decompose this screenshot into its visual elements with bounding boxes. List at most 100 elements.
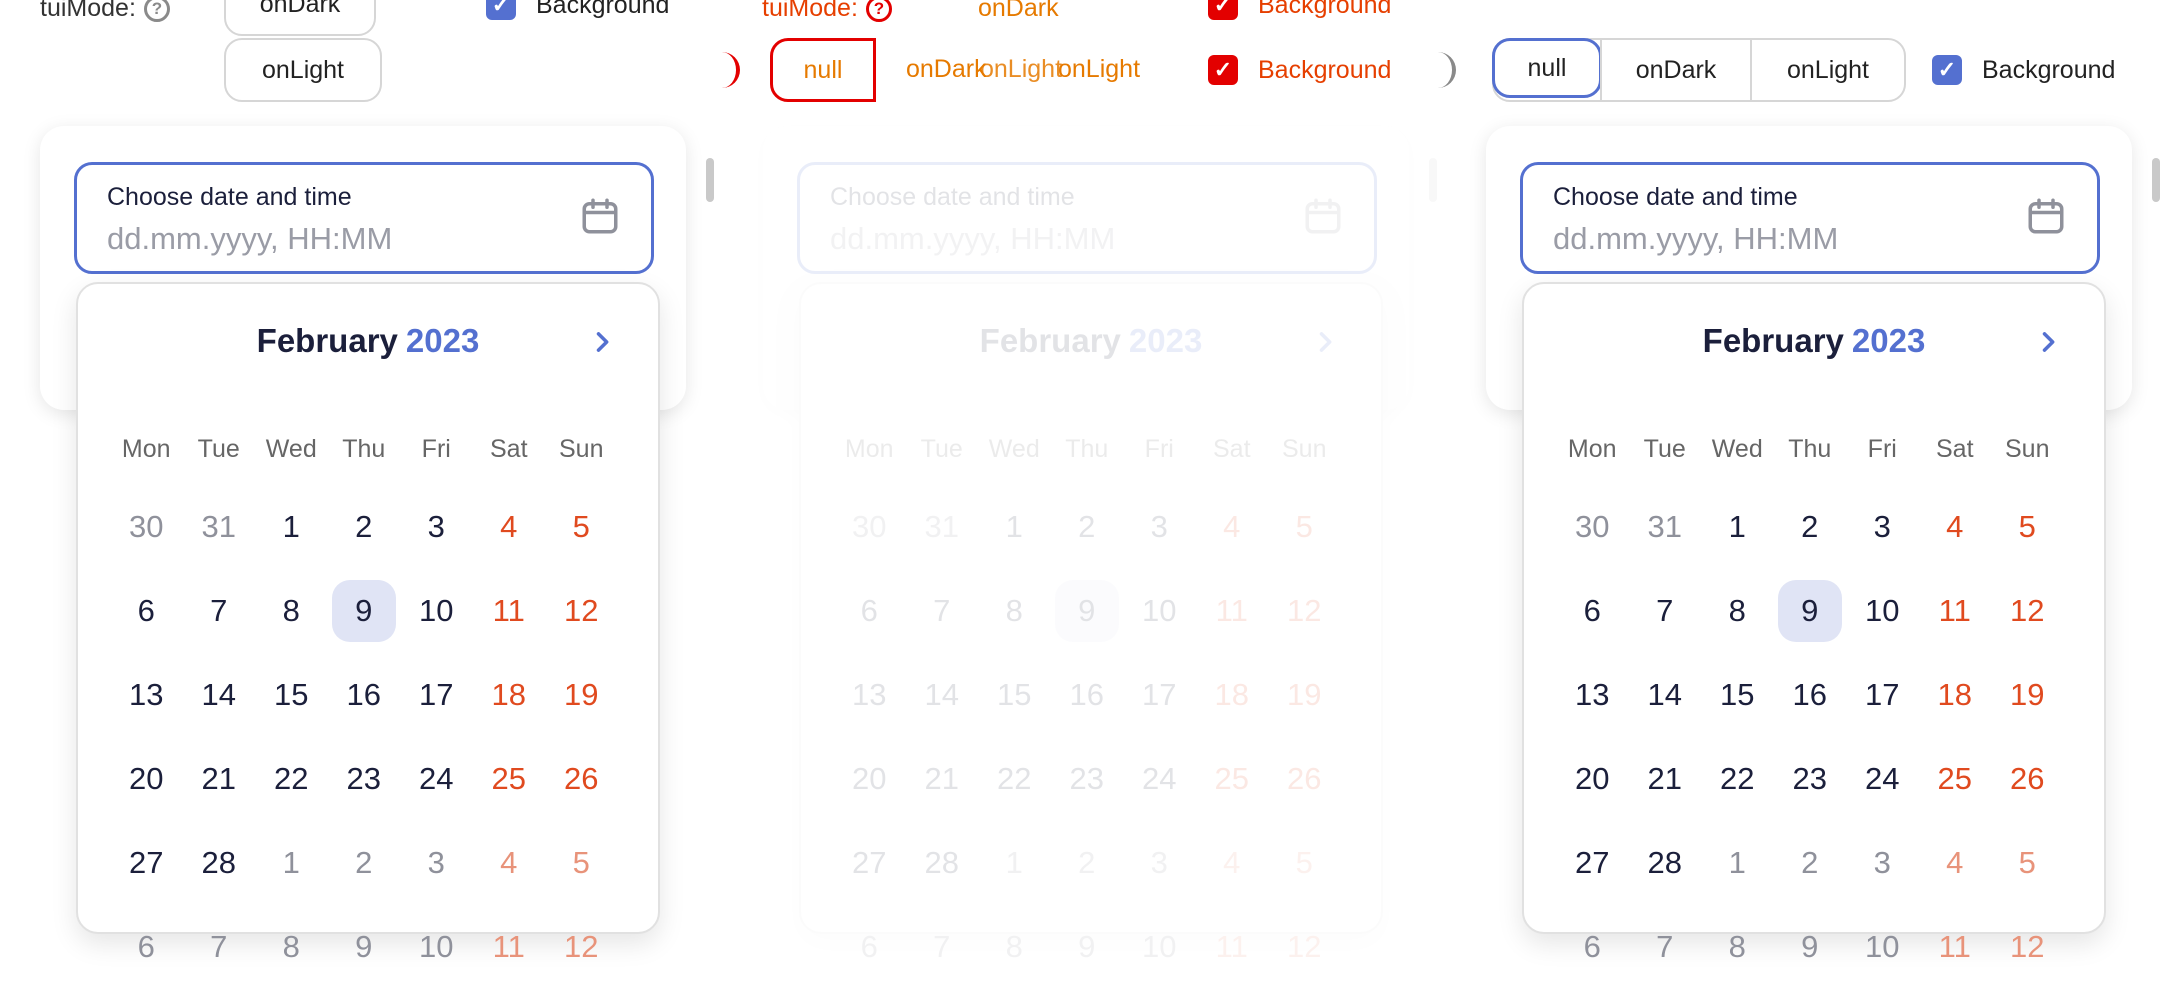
chevron-right-icon[interactable] bbox=[588, 328, 616, 356]
day-cell[interactable]: 20 bbox=[1556, 748, 1629, 810]
scrollbar[interactable] bbox=[2152, 158, 2160, 202]
day-cell[interactable]: 31 bbox=[906, 496, 979, 558]
day-cell[interactable]: 2 bbox=[1051, 832, 1124, 894]
day-cell[interactable]: 11 bbox=[473, 580, 546, 642]
day-cell[interactable]: 5 bbox=[1268, 496, 1341, 558]
day-cell[interactable]: 9 bbox=[1774, 916, 1847, 978]
day-cell[interactable]: 27 bbox=[1556, 832, 1629, 894]
day-cell[interactable]: 9 bbox=[328, 916, 401, 978]
day-cell[interactable]: 5 bbox=[545, 496, 618, 558]
calendar-icon[interactable] bbox=[1302, 195, 1344, 237]
day-cell[interactable]: 12 bbox=[1991, 916, 2064, 978]
day-cell[interactable]: 8 bbox=[1701, 916, 1774, 978]
day-cell[interactable]: 10 bbox=[1846, 580, 1919, 642]
day-cell[interactable]: 3 bbox=[1123, 496, 1196, 558]
mode-option-ondark-overlay-2[interactable]: onDark bbox=[906, 55, 987, 84]
day-cell[interactable]: 21 bbox=[906, 748, 979, 810]
selected-day[interactable]: 9 bbox=[1054, 580, 1119, 642]
mode-option-null[interactable]: null bbox=[1492, 38, 1602, 98]
mode-option-ondark[interactable]: onDark bbox=[224, 0, 376, 36]
day-cell[interactable]: 15 bbox=[978, 664, 1051, 726]
chevron-right-icon[interactable] bbox=[2034, 328, 2062, 356]
day-cell[interactable]: 21 bbox=[183, 748, 256, 810]
selected-day[interactable]: 9 bbox=[1777, 580, 1842, 642]
day-cell[interactable]: 22 bbox=[978, 748, 1051, 810]
day-cell[interactable]: 31 bbox=[1629, 496, 1702, 558]
day-cell[interactable]: 2 bbox=[1051, 496, 1124, 558]
scrollbar[interactable] bbox=[706, 158, 714, 202]
day-cell[interactable]: 4 bbox=[1919, 496, 1992, 558]
mode-option-onlight-overlay[interactable]: onLight bbox=[1058, 55, 1140, 84]
day-cell[interactable]: 4 bbox=[473, 832, 546, 894]
day-cell[interactable]: 23 bbox=[1774, 748, 1847, 810]
day-cell[interactable]: 6 bbox=[110, 580, 183, 642]
day-cell[interactable]: 20 bbox=[110, 748, 183, 810]
day-cell[interactable]: 17 bbox=[400, 664, 473, 726]
day-cell[interactable]: 7 bbox=[1629, 916, 1702, 978]
day-cell[interactable]: 18 bbox=[1196, 664, 1269, 726]
day-cell[interactable]: 26 bbox=[1268, 748, 1341, 810]
date-input[interactable]: Choose date and time dd.mm.yyyy, HH:MM bbox=[74, 162, 654, 274]
day-cell[interactable]: 7 bbox=[183, 580, 256, 642]
mode-option-onlight[interactable]: onLight bbox=[224, 38, 382, 102]
day-cell[interactable]: 5 bbox=[1991, 496, 2064, 558]
day-cell[interactable]: 12 bbox=[545, 916, 618, 978]
calendar-icon[interactable] bbox=[2025, 195, 2067, 237]
day-cell[interactable]: 6 bbox=[1556, 580, 1629, 642]
day-cell[interactable]: 7 bbox=[183, 916, 256, 978]
day-cell[interactable]: 1 bbox=[255, 496, 328, 558]
day-cell[interactable]: 17 bbox=[1123, 664, 1196, 726]
day-cell[interactable]: 22 bbox=[1701, 748, 1774, 810]
day-cell[interactable]: 1 bbox=[1701, 496, 1774, 558]
day-cell[interactable]: 2 bbox=[1774, 832, 1847, 894]
day-cell[interactable]: 13 bbox=[110, 664, 183, 726]
day-cell[interactable]: 2 bbox=[328, 496, 401, 558]
day-cell[interactable]: 28 bbox=[1629, 832, 1702, 894]
day-cell[interactable]: 28 bbox=[183, 832, 256, 894]
day-cell[interactable]: 9 bbox=[1051, 916, 1124, 978]
day-cell[interactable]: 7 bbox=[906, 916, 979, 978]
day-cell[interactable]: 8 bbox=[978, 580, 1051, 642]
day-cell[interactable]: 7 bbox=[1629, 580, 1702, 642]
day-cell[interactable]: 3 bbox=[1846, 496, 1919, 558]
day-cell[interactable]: 8 bbox=[255, 580, 328, 642]
help-icon[interactable]: ? bbox=[865, 0, 892, 23]
day-cell[interactable]: 10 bbox=[1846, 916, 1919, 978]
calendar-icon[interactable] bbox=[579, 195, 621, 237]
background-checkbox-right[interactable]: ✓ Background bbox=[1932, 55, 2115, 85]
day-cell[interactable]: 11 bbox=[1196, 916, 1269, 978]
day-cell[interactable]: 17 bbox=[1846, 664, 1919, 726]
day-cell[interactable]: 4 bbox=[473, 496, 546, 558]
day-cell[interactable]: 1 bbox=[978, 496, 1051, 558]
mode-option-ondark-overlay[interactable]: onDark bbox=[978, 0, 1059, 23]
day-cell[interactable]: 27 bbox=[833, 832, 906, 894]
day-cell[interactable]: 1 bbox=[1701, 832, 1774, 894]
day-cell[interactable]: 8 bbox=[255, 916, 328, 978]
day-cell[interactable]: 12 bbox=[1268, 916, 1341, 978]
day-cell[interactable]: 11 bbox=[1919, 916, 1992, 978]
year-label[interactable]: 2023 bbox=[406, 322, 479, 359]
day-cell[interactable]: 12 bbox=[545, 580, 618, 642]
day-cell[interactable]: 11 bbox=[473, 916, 546, 978]
day-cell[interactable]: 23 bbox=[328, 748, 401, 810]
scrollbar[interactable] bbox=[1429, 158, 1437, 202]
day-cell[interactable]: 1 bbox=[978, 832, 1051, 894]
day-cell[interactable]: 10 bbox=[1123, 580, 1196, 642]
day-cell[interactable]: 8 bbox=[1701, 580, 1774, 642]
background-checkbox-middle[interactable]: ✓ Background bbox=[1208, 55, 1391, 85]
day-cell[interactable]: 13 bbox=[1556, 664, 1629, 726]
day-cell[interactable]: 19 bbox=[1991, 664, 2064, 726]
day-cell[interactable]: 25 bbox=[1196, 748, 1269, 810]
day-cell[interactable]: 3 bbox=[1123, 832, 1196, 894]
day-cell[interactable]: 14 bbox=[1629, 664, 1702, 726]
day-cell[interactable]: 15 bbox=[255, 664, 328, 726]
day-cell[interactable]: 21 bbox=[1629, 748, 1702, 810]
selected-day[interactable]: 9 bbox=[331, 580, 396, 642]
day-cell[interactable]: 26 bbox=[545, 748, 618, 810]
background-checkbox-middle-top[interactable]: ✓ Background bbox=[1208, 0, 1391, 20]
day-cell[interactable]: 1 bbox=[255, 832, 328, 894]
day-cell[interactable]: 4 bbox=[1919, 832, 1992, 894]
day-cell[interactable]: 4 bbox=[1196, 496, 1269, 558]
day-cell[interactable]: 25 bbox=[473, 748, 546, 810]
chevron-right-icon[interactable] bbox=[1311, 328, 1339, 356]
